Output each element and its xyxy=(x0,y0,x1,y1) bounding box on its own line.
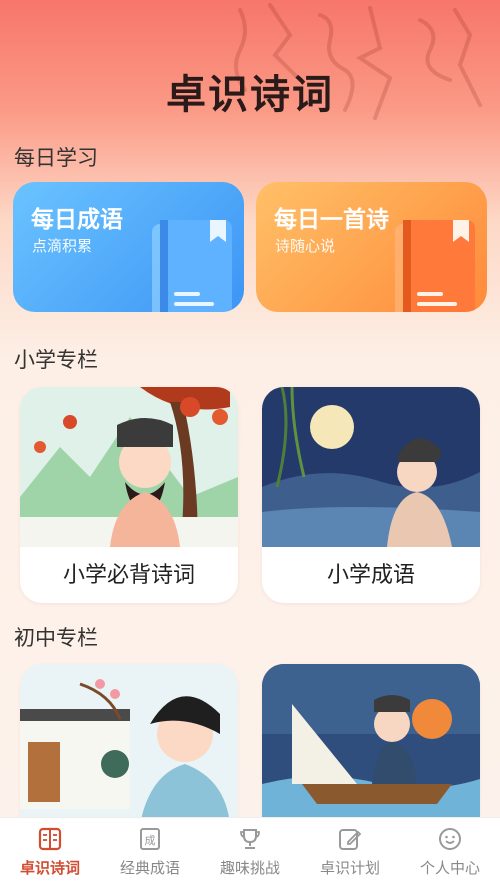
tab-label: 个人中心 xyxy=(419,859,480,877)
book-illustration xyxy=(395,220,475,312)
daily-idiom-subtitle: 点滴积累 xyxy=(32,237,93,255)
primary-idioms-label: 小学成语 xyxy=(326,563,415,588)
scholar-moon-illustration xyxy=(262,387,480,547)
tab-fun-challenge[interactable]: 趣味挑战 xyxy=(200,818,300,888)
app-title: 卓识诗词 xyxy=(166,72,334,118)
daily-idiom-title: 每日成语 xyxy=(31,207,123,233)
svg-text:成: 成 xyxy=(145,834,156,847)
daily-poem-subtitle: 诗随心说 xyxy=(275,237,336,255)
primary-poems-label: 小学必背诗词 xyxy=(62,563,195,588)
primary-idioms-card[interactable]: 小学成语 xyxy=(262,387,480,603)
tab-label: 卓识计划 xyxy=(319,859,380,877)
tab-zhuoshi-poetry[interactable]: 卓识诗词 xyxy=(0,818,100,888)
daily-poem-card[interactable]: 每日一首诗 诗随心说 xyxy=(256,182,487,312)
tab-personal-center[interactable]: 个人中心 xyxy=(400,818,500,888)
idiom-card-icon: 成 xyxy=(140,828,160,850)
tab-label: 卓识诗词 xyxy=(19,859,80,877)
scholar-boat-illustration xyxy=(262,664,480,824)
middle-school-card-2[interactable] xyxy=(262,664,480,824)
section-title-middle: 初中专栏 xyxy=(14,626,98,650)
primary-poems-card[interactable]: 小学必背诗词 xyxy=(20,387,238,603)
bottom-tab-bar: 卓识诗词 成 经典成语 趣味挑战 卓识计划 个人中心 xyxy=(0,817,500,888)
book-illustration xyxy=(152,220,232,312)
daily-poem-title: 每日一首诗 xyxy=(274,207,389,233)
section-title-primary: 小学专栏 xyxy=(14,348,98,372)
tab-label: 经典成语 xyxy=(119,859,180,877)
section-title-daily: 每日学习 xyxy=(14,146,98,170)
trophy-icon xyxy=(240,829,260,849)
plan-edit-icon xyxy=(339,829,362,850)
tab-classic-idioms[interactable]: 成 经典成语 xyxy=(100,818,200,888)
book-icon xyxy=(38,827,62,851)
scholar-autumn-illustration xyxy=(20,387,238,547)
tab-label: 趣味挑战 xyxy=(219,859,280,877)
middle-school-card-1[interactable] xyxy=(20,664,238,824)
daily-idiom-card[interactable]: 每日成语 点滴积累 xyxy=(13,182,244,312)
scholar-courtyard-illustration xyxy=(20,664,238,824)
tab-zhuoshi-plan[interactable]: 卓识计划 xyxy=(300,818,400,888)
smile-face-icon xyxy=(439,828,461,850)
